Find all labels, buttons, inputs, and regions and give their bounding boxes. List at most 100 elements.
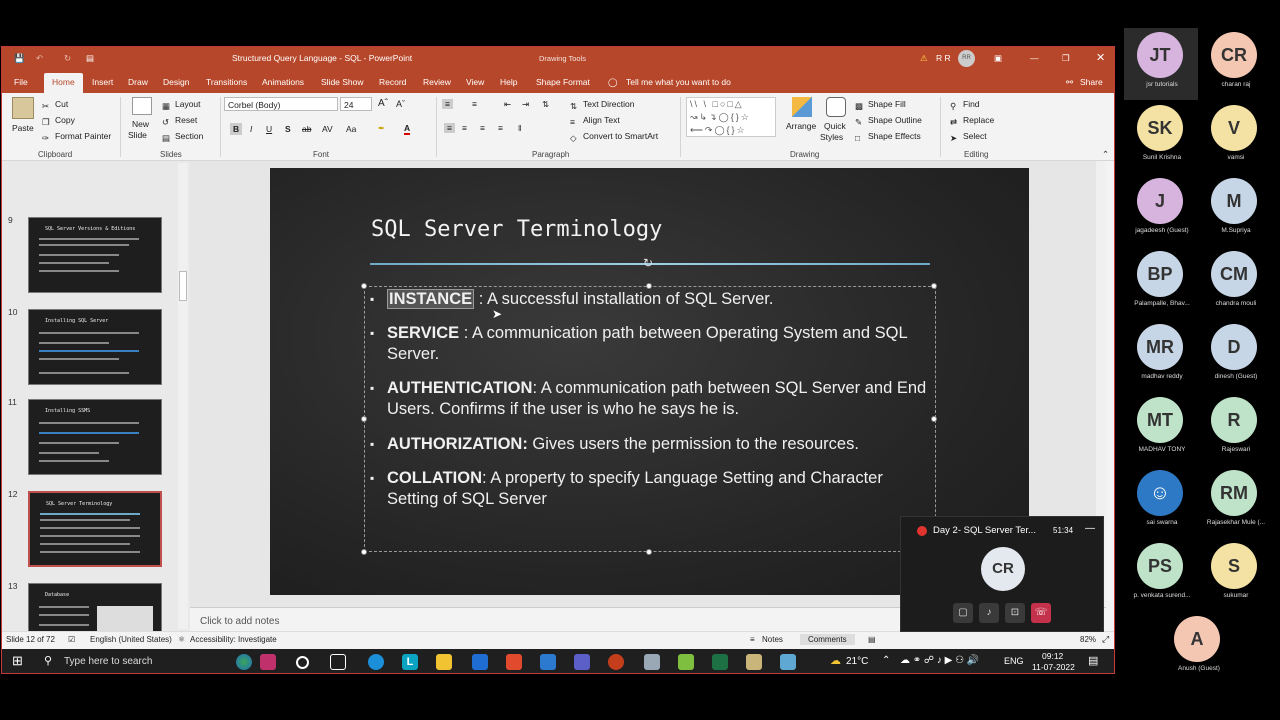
resize-handle[interactable] [361, 283, 367, 289]
select-button[interactable]: ➤ Select [950, 131, 987, 143]
share-button[interactable]: Share [1080, 77, 1103, 87]
minimize-icon[interactable]: — [1085, 523, 1095, 534]
weather-icon[interactable]: ☁ [830, 654, 841, 667]
participant-tile[interactable]: R Rajeswari [1198, 393, 1272, 465]
participant-tile[interactable]: SK Sunil Krishna [1124, 101, 1198, 173]
tray-chevron-icon[interactable]: ⌃ [882, 655, 890, 666]
user-avatar[interactable]: RR [958, 50, 975, 67]
tab-animations[interactable]: Animations [262, 77, 304, 87]
resize-handle[interactable] [931, 416, 937, 422]
cut-button[interactable]: ✂ Cut [42, 99, 68, 111]
highlight-icon[interactable]: ✒ [378, 123, 385, 134]
share-screen-icon[interactable]: ⊡ [1005, 603, 1025, 623]
windows-start-icon[interactable]: ⊞ [12, 653, 23, 669]
text-direction-button[interactable]: ⇅ Text Direction [570, 99, 635, 111]
widget-icon[interactable] [260, 654, 276, 670]
arrange-button[interactable]: Arrange [786, 121, 816, 131]
shape-fill-button[interactable]: ▩ Shape Fill [855, 99, 906, 111]
slide-thumbnail[interactable]: Installing SQL Server [28, 309, 162, 385]
slide-thumbnail[interactable]: SQL Server Versions & Editions [28, 217, 162, 293]
participant-tile[interactable]: CR charan raj [1198, 28, 1272, 100]
ribbon-display-icon[interactable]: ▣ [994, 53, 1002, 64]
new-slide-label-2[interactable]: Slide [128, 130, 147, 140]
participant-tile[interactable]: A Anush (Guest) [1161, 612, 1235, 684]
resize-handle[interactable] [361, 549, 367, 555]
fit-slide-icon[interactable]: ⤢ [1102, 634, 1109, 645]
paste-icon[interactable] [12, 97, 34, 119]
cortana-icon[interactable] [296, 656, 309, 669]
app-icon[interactable] [678, 654, 694, 670]
tab-review[interactable]: Review [423, 77, 451, 87]
app-icon[interactable] [644, 654, 660, 670]
file-explorer-icon[interactable] [436, 654, 452, 670]
tab-transitions[interactable]: Transitions [206, 77, 247, 87]
align-right-icon[interactable]: ≡ [480, 123, 485, 133]
user-name[interactable]: R R [936, 53, 951, 63]
align-text-button[interactable]: ≡ Align Text [570, 115, 620, 127]
arrange-icon[interactable] [792, 97, 812, 117]
hang-up-icon[interactable]: ☏ [1031, 603, 1051, 623]
replace-button[interactable]: ⇄ Replace [950, 115, 994, 127]
shadow-button[interactable]: S [285, 124, 291, 134]
participant-tile[interactable]: M M.Supriya [1198, 174, 1272, 246]
change-case-button[interactable]: Aa [346, 124, 356, 134]
tab-slide-show[interactable]: Slide Show [321, 77, 364, 87]
participant-tile[interactable]: PS p. venkata surend... [1124, 539, 1198, 611]
numbering-icon[interactable]: ≡ [472, 99, 477, 109]
notes-icon[interactable]: ≡ [750, 635, 755, 644]
quick-styles-icon[interactable] [826, 97, 846, 117]
spacing-button[interactable]: AV [322, 124, 333, 134]
layout-button[interactable]: ▦ Layout [162, 99, 201, 111]
app-icon[interactable] [746, 654, 762, 670]
launcher-icon[interactable]: L [402, 654, 418, 670]
reset-button[interactable]: ↺ Reset [162, 115, 197, 127]
tab-shape-format[interactable]: Shape Format [536, 77, 590, 87]
participant-tile[interactable]: Vvamsi [1198, 101, 1272, 173]
increase-indent-icon[interactable]: ⇥ [522, 99, 529, 110]
excel-icon[interactable] [712, 654, 728, 670]
tab-record[interactable]: Record [379, 77, 406, 87]
tab-design[interactable]: Design [163, 77, 189, 87]
shape-effects-button[interactable]: □ Shape Effects [855, 131, 921, 143]
tell-me-search[interactable]: Tell me what you want to do [626, 77, 731, 87]
notes-button[interactable]: Notes [762, 635, 783, 644]
tab-file[interactable]: File [14, 77, 28, 87]
maximize-icon[interactable]: ❐ [1062, 53, 1070, 64]
spelling-icon[interactable]: ☑ [68, 635, 75, 644]
tab-draw[interactable]: Draw [128, 77, 148, 87]
clock-date[interactable]: 11-07-2022 [1032, 662, 1075, 672]
close-icon[interactable]: ✕ [1096, 51, 1105, 64]
convert-smartart-button[interactable]: ◇ Convert to SmartArt [570, 131, 658, 143]
justify-icon[interactable]: ≡ [498, 123, 503, 133]
quick-styles-label-1[interactable]: Quick [824, 121, 846, 131]
tab-insert[interactable]: Insert [92, 77, 113, 87]
collapse-ribbon-icon[interactable]: ⌃ [1102, 149, 1109, 160]
store-icon[interactable] [472, 654, 488, 670]
slide-title[interactable]: SQL Server Terminology [371, 217, 662, 242]
new-slide-label-1[interactable]: New [132, 119, 149, 129]
taskbar-search[interactable]: Type here to search [64, 656, 152, 667]
shrink-font-icon[interactable]: Aˇ [396, 99, 405, 109]
tray-icons[interactable]: ☁ ⚭ ☍ ♪ ▶ ⚇ 🔊 [900, 655, 979, 666]
font-size-select[interactable]: 24 [340, 97, 372, 111]
clock-time[interactable]: 09:12 [1042, 651, 1063, 661]
participant-tile[interactable]: CM chandra mouli [1198, 247, 1272, 319]
task-view-icon[interactable] [330, 654, 346, 670]
tab-home[interactable]: Home [44, 73, 83, 93]
normal-view-icon[interactable]: ▤ [868, 635, 876, 644]
copy-button[interactable]: ❐ Copy [42, 115, 75, 127]
edge-icon[interactable] [368, 654, 384, 670]
participant-tile[interactable]: Jjagadeesh (Guest) [1124, 174, 1198, 246]
thumbnails-scrollbar[interactable] [178, 163, 188, 629]
accessibility-icon[interactable]: ⚛ [178, 635, 185, 644]
new-slide-icon[interactable] [132, 97, 152, 115]
weather-temp[interactable]: 21°C [846, 656, 868, 667]
align-left-icon[interactable]: ≡ [444, 123, 455, 133]
scrollbar-thumb[interactable] [179, 271, 187, 301]
bullets-icon[interactable]: ≡ [442, 99, 453, 109]
redo-icon[interactable]: ↻ [64, 53, 71, 64]
globe-icon[interactable] [236, 654, 252, 670]
rotate-handle-icon[interactable]: ↻ [643, 256, 653, 270]
resize-handle[interactable] [646, 549, 652, 555]
mail-icon[interactable] [540, 654, 556, 670]
